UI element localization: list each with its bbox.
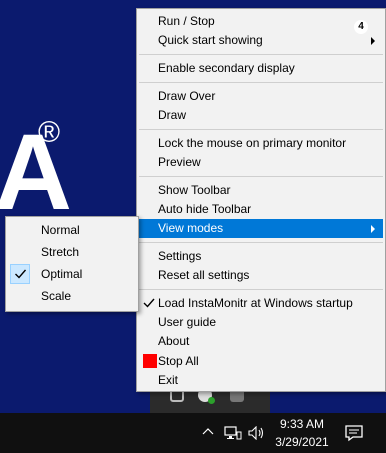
menu-item-label: Exit (158, 373, 179, 387)
registered-mark: ® (38, 116, 61, 149)
menu-item-draw[interactable]: Draw (139, 106, 383, 125)
menu-item-show-toolbar[interactable]: Show Toolbar (139, 181, 383, 200)
menu-separator (139, 54, 383, 55)
menu-item-label: Lock the mouse on primary monitor (158, 136, 347, 150)
submenu-item-optimal[interactable]: Optimal (8, 264, 136, 284)
check-icon (143, 298, 155, 308)
menu-item-preview[interactable]: Preview (139, 153, 383, 172)
menu-item-label: Draw Over (158, 89, 216, 103)
notification-icon[interactable] (344, 423, 364, 443)
menu-item-stop-all[interactable]: Stop All (139, 352, 383, 371)
menu-item-draw-over[interactable]: Draw Over (139, 87, 383, 106)
submenu-item-stretch[interactable]: Stretch (8, 242, 136, 262)
chevron-up-icon[interactable] (202, 426, 214, 438)
menu-item-label: About (158, 334, 190, 348)
menu-item-lock-mouse[interactable]: Lock the mouse on primary monitor (139, 134, 383, 153)
submenu-item-label: Normal (41, 223, 80, 237)
submenu-item-label: Optimal (41, 267, 83, 281)
menu-item-label: Load InstaMonitr at Windows startup (158, 296, 353, 310)
menu-item-label: Stop All (158, 354, 199, 368)
menu-item-label: Quick start showing (158, 33, 263, 47)
menu-item-label: View modes (158, 221, 224, 235)
submenu-item-scale[interactable]: Scale (8, 286, 136, 306)
menu-item-label: Draw (158, 108, 187, 122)
menu-item-label: Auto hide Toolbar (158, 202, 252, 216)
menu-item-settings[interactable]: Settings (139, 247, 383, 266)
menu-item-user-guide[interactable]: User guide (139, 313, 383, 332)
menu-item-label: Reset all settings (158, 268, 250, 282)
submenu-arrow-icon (371, 37, 375, 45)
check-icon (15, 269, 26, 279)
stop-icon (143, 354, 157, 368)
submenu-item-normal[interactable]: Normal (8, 220, 136, 240)
network-icon[interactable] (224, 426, 242, 440)
menu-separator (139, 289, 383, 290)
menu-separator (139, 82, 383, 83)
menu-item-about[interactable]: About (139, 332, 383, 351)
clock-time: 9:33 AM (279, 417, 325, 431)
context-menu: Run / Stop Quick start showing Enable se… (136, 8, 386, 392)
menu-item-quick-start-showing[interactable]: Quick start showing (139, 31, 383, 50)
menu-item-label: Preview (158, 155, 201, 169)
submenu-item-label: Scale (41, 289, 72, 303)
volume-icon[interactable] (248, 426, 266, 440)
menu-separator (139, 242, 383, 243)
menu-separator (139, 176, 383, 177)
menu-item-auto-hide-toolbar[interactable]: Auto hide Toolbar (139, 200, 383, 219)
menu-item-label: Show Toolbar (158, 183, 231, 197)
checked-indicator (10, 264, 30, 284)
menu-item-label: Run / Stop (158, 14, 215, 28)
menu-item-reset-all-settings[interactable]: Reset all settings (139, 266, 383, 285)
menu-item-label: Enable secondary display (158, 61, 295, 75)
menu-item-load-at-startup[interactable]: Load InstaMonitr at Windows startup (139, 294, 383, 313)
menu-separator (139, 129, 383, 130)
menu-item-run-stop[interactable]: Run / Stop (139, 12, 383, 31)
notification-count-badge: 4 (354, 20, 368, 34)
view-modes-submenu: Normal Stretch Optimal Scale (5, 216, 139, 312)
menu-item-enable-secondary-display[interactable]: Enable secondary display (139, 59, 383, 78)
menu-item-view-modes[interactable]: View modes (139, 219, 383, 238)
menu-item-label: Settings (158, 249, 202, 263)
submenu-arrow-icon (371, 225, 375, 233)
menu-item-label: User guide (158, 315, 217, 329)
taskbar: 9:33 AM 3/29/2021 (0, 413, 386, 453)
menu-item-exit[interactable]: Exit (139, 371, 383, 390)
submenu-item-label: Stretch (41, 245, 80, 259)
clock-date: 3/29/2021 (275, 435, 329, 449)
taskbar-clock[interactable]: 9:33 AM 3/29/2021 (270, 415, 334, 451)
